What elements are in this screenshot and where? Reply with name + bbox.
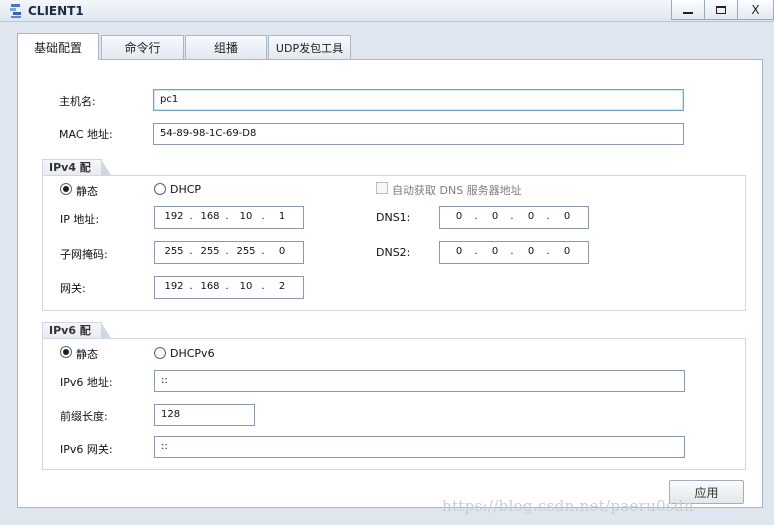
- tab-udp-tool[interactable]: UDP发包工具: [268, 35, 351, 59]
- maximize-button[interactable]: [704, 0, 738, 20]
- ip-dot: .: [546, 246, 550, 257]
- close-button[interactable]: X: [737, 0, 774, 20]
- dns1-input[interactable]: 0 . 0 . 0 . 0: [439, 206, 589, 229]
- ipv4-config-group: 静态 DHCP 自动获取 DNS 服务器地址 IP 地址: 192 . 168 …: [42, 175, 746, 311]
- tab-udp-tool-label: UDP发包工具: [275, 41, 344, 55]
- apply-button-label: 应用: [694, 485, 719, 500]
- ip-dot: .: [261, 246, 265, 257]
- ipv4-static-label: 静态: [76, 185, 98, 198]
- tab-basic-config[interactable]: 基础配置: [17, 33, 99, 60]
- ipv4-dhcp-label: DHCP: [170, 183, 202, 196]
- ip-dot: .: [225, 246, 229, 257]
- ip-octet-4: 1: [278, 211, 286, 222]
- ipv6-section-title: IPv6 配置: [42, 322, 112, 353]
- ip-dot: .: [189, 281, 193, 292]
- subnet-mask-input[interactable]: 255 . 255 . 255 . 0: [154, 241, 304, 264]
- dns2-octet-1: 0: [455, 246, 463, 257]
- dns1-octet-2: 0: [491, 211, 499, 222]
- ip-dot: .: [546, 211, 550, 222]
- ip-dot: .: [510, 246, 514, 257]
- ip-address-input[interactable]: 192 . 168 . 10 . 1: [154, 206, 304, 229]
- tab-basic-config-label: 基础配置: [33, 40, 82, 55]
- close-icon: X: [751, 2, 760, 17]
- ip-dot: .: [474, 246, 478, 257]
- maximize-icon: [716, 5, 726, 14]
- ip-octet-3: 10: [239, 211, 253, 222]
- ipv6-gateway-label: IPv6 网关:: [60, 443, 113, 456]
- auto-dns-checkbox[interactable]: [376, 182, 388, 194]
- auto-dns-label: 自动获取 DNS 服务器地址: [392, 184, 522, 197]
- subnet-mask-label: 子网掩码:: [60, 248, 108, 261]
- ip-octet-2: 168: [200, 211, 220, 222]
- dns2-octet-3: 0: [527, 246, 535, 257]
- tab-multicast[interactable]: 组播: [185, 35, 267, 59]
- ipv6-static-label: 静态: [76, 348, 98, 361]
- minimize-button[interactable]: [671, 0, 705, 20]
- dns1-octet-4: 0: [563, 211, 571, 222]
- mac-address-label: MAC 地址:: [59, 128, 113, 141]
- mask-octet-3: 255: [236, 246, 256, 257]
- dns2-label: DNS2:: [376, 246, 411, 259]
- tab-multicast-label: 组播: [213, 41, 238, 55]
- prefix-length-input[interactable]: 128: [154, 404, 255, 426]
- mask-octet-4: 0: [278, 246, 286, 257]
- dns2-octet-4: 0: [563, 246, 571, 257]
- dns2-input[interactable]: 0 . 0 . 0 . 0: [439, 241, 589, 264]
- watermark-text: https://blog.csdn.net/paeru0sdn: [442, 497, 694, 515]
- dns2-octet-2: 0: [491, 246, 499, 257]
- ip-dot: .: [225, 211, 229, 222]
- ip-dot: .: [189, 211, 193, 222]
- ip-dot: .: [261, 211, 265, 222]
- prefix-length-label: 前缀长度:: [60, 410, 108, 423]
- tab-command-line-label: 命令行: [124, 41, 161, 55]
- ip-dot: .: [510, 211, 514, 222]
- ip-dot: .: [261, 281, 265, 292]
- ipv4-dhcp-radio[interactable]: [154, 183, 166, 195]
- ipv6-address-input[interactable]: ::: [154, 370, 685, 392]
- ip-dot: .: [189, 246, 193, 257]
- minimize-icon: [683, 11, 693, 14]
- dns1-octet-1: 0: [455, 211, 463, 222]
- ipv6-static-radio[interactable]: [60, 346, 72, 358]
- hostname-label: 主机名:: [59, 95, 96, 108]
- gateway-octet-3: 10: [239, 281, 253, 292]
- ipv6-dhcpv6-label: DHCPv6: [170, 347, 215, 360]
- client-pc-icon: [10, 4, 21, 18]
- hostname-input[interactable]: pc1: [153, 89, 684, 111]
- mask-octet-2: 255: [200, 246, 220, 257]
- window-title: CLIENT1: [28, 4, 84, 18]
- mask-octet-1: 255: [164, 246, 184, 257]
- ipv6-address-label: IPv6 地址:: [60, 376, 113, 389]
- ipv6-gateway-input[interactable]: ::: [154, 436, 685, 458]
- ipv4-section-title: IPv4 配置: [42, 159, 112, 190]
- gateway-octet-1: 192: [164, 281, 184, 292]
- gateway-input[interactable]: 192 . 168 . 10 . 2: [154, 276, 304, 299]
- tab-command-line[interactable]: 命令行: [101, 35, 184, 59]
- ip-dot: .: [474, 211, 478, 222]
- gateway-octet-4: 2: [278, 281, 286, 292]
- ipv6-dhcpv6-radio[interactable]: [154, 347, 166, 359]
- gateway-octet-2: 168: [200, 281, 220, 292]
- dns1-label: DNS1:: [376, 211, 411, 224]
- ipv6-config-group: 静态 DHCPv6 IPv6 地址: :: 前缀长度: 128 IPv6 网关:…: [42, 338, 746, 470]
- basic-config-panel: 主机名: pc1 MAC 地址: 54-89-98-1C-69-D8 IPv4 …: [17, 59, 763, 508]
- dns1-octet-3: 0: [527, 211, 535, 222]
- ipv4-static-radio[interactable]: [60, 183, 72, 195]
- mac-address-field[interactable]: 54-89-98-1C-69-D8: [153, 123, 684, 145]
- ip-address-label: IP 地址:: [60, 213, 100, 226]
- title-bar[interactable]: CLIENT1 X: [0, 0, 774, 22]
- ip-dot: .: [225, 281, 229, 292]
- gateway-label: 网关:: [60, 282, 86, 295]
- ip-octet-1: 192: [164, 211, 184, 222]
